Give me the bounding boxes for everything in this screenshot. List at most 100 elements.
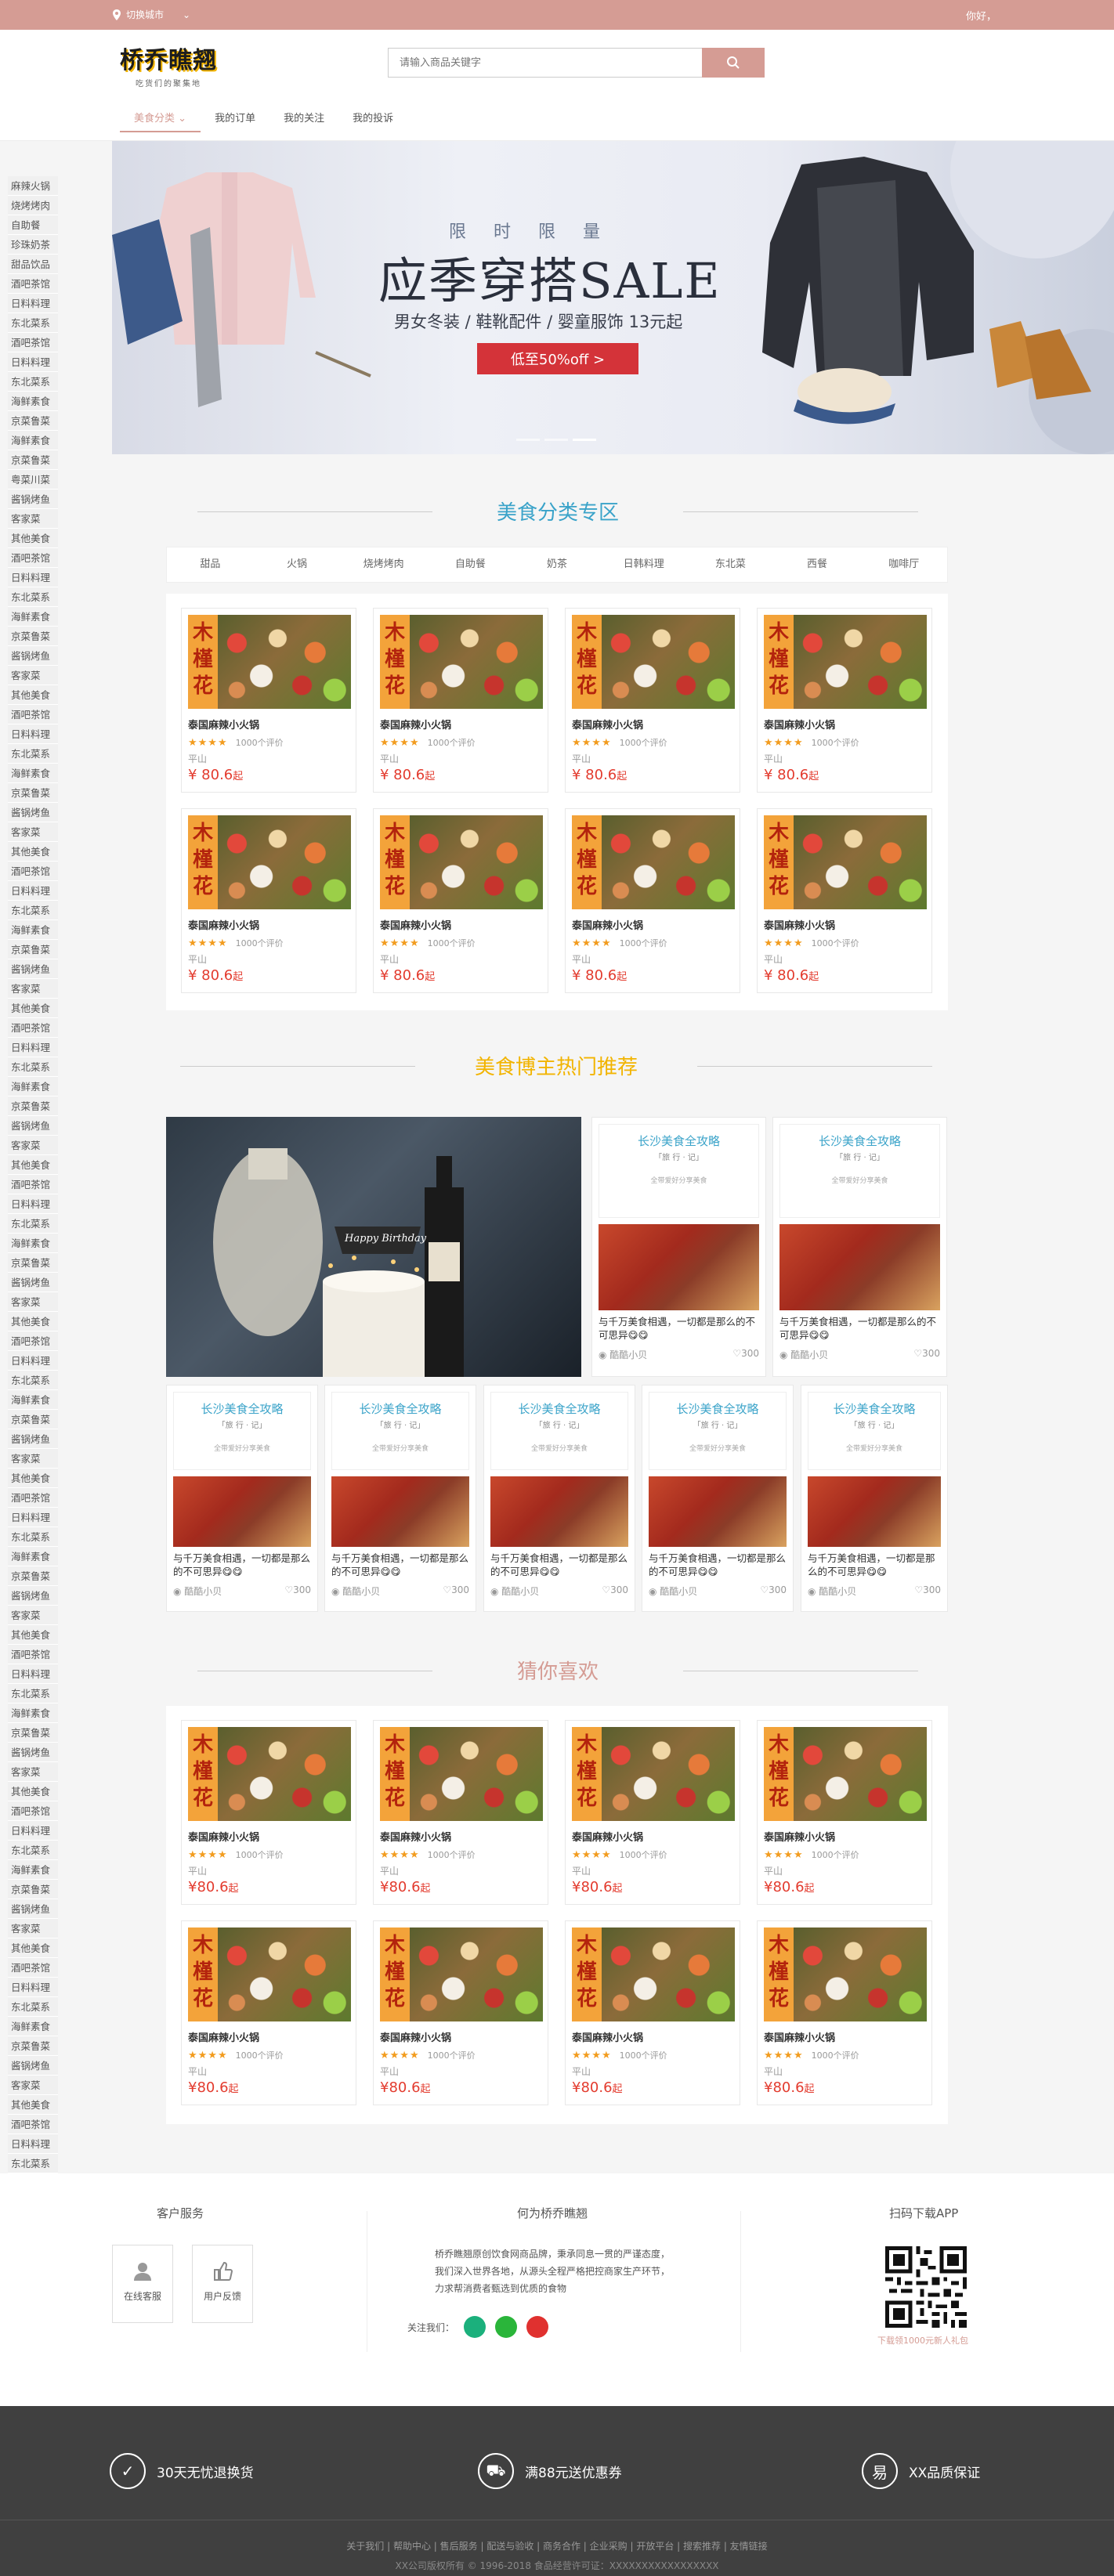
- sidebar-item[interactable]: 客家菜: [8, 509, 58, 529]
- product-card[interactable]: 木槿花 泰国麻辣小火锅 ★★★★ 1000个评价 平山 ¥ 80.6起: [181, 608, 356, 793]
- carousel-dot[interactable]: [544, 439, 568, 441]
- product-name[interactable]: 泰国麻辣小火锅: [188, 2029, 349, 2044]
- greeting[interactable]: 你好，: [966, 8, 996, 23]
- sidebar-item[interactable]: 海鲜素食: [8, 1860, 58, 1880]
- product-image[interactable]: 木槿花: [764, 815, 927, 909]
- sidebar-item[interactable]: 海鲜素食: [8, 1390, 58, 1410]
- sidebar-item[interactable]: 其他美食: [8, 1469, 58, 1488]
- blog-card[interactable]: 长沙美食全攻略 「旅 行 · 记」 全带爱好分享美食 与千万美食相遇，一切都是那么的不…: [801, 1385, 948, 1612]
- sidebar-item[interactable]: 日料料理: [8, 724, 58, 744]
- promo-banner[interactable]: 限 时 限 量 应季穿搭SALE 男女冬装 / 鞋靴配件 / 婴童服饰 13元起…: [112, 141, 1114, 454]
- sidebar-item[interactable]: 烧烤烤肉: [8, 196, 58, 215]
- sidebar-item[interactable]: 客家菜: [8, 666, 58, 685]
- sidebar-item[interactable]: 其他美食: [8, 1312, 58, 1331]
- sidebar-item[interactable]: 其他美食: [8, 842, 58, 862]
- sidebar-item[interactable]: 酱锅烤鱼: [8, 1273, 58, 1292]
- category-tab[interactable]: 咖啡厅: [860, 547, 947, 582]
- product-image[interactable]: 木槿花: [572, 615, 735, 709]
- sidebar-item[interactable]: 海鲜素食: [8, 1077, 58, 1097]
- tripadvisor-icon[interactable]: [464, 2316, 486, 2338]
- product-card[interactable]: 木槿花 泰国麻辣小火锅 ★★★★ 1000个评价 平山 ¥ 80.6起: [181, 808, 356, 993]
- sidebar-item[interactable]: 酒吧茶馆: [8, 1801, 58, 1821]
- product-name[interactable]: 泰国麻辣小火锅: [188, 917, 349, 932]
- sidebar-item[interactable]: 酱锅烤鱼: [8, 1429, 58, 1449]
- sidebar-item[interactable]: 京菜鲁菜: [8, 783, 58, 803]
- product-card[interactable]: 木槿花 泰国麻辣小火锅 ★★★★ 1000个评价 平山 ¥80.6起: [757, 1720, 932, 1905]
- product-name[interactable]: 泰国麻辣小火锅: [188, 717, 349, 732]
- weibo-icon[interactable]: [526, 2316, 549, 2338]
- sidebar-item[interactable]: 酱锅烤鱼: [8, 803, 58, 822]
- sidebar-item[interactable]: 酱锅烤鱼: [8, 2056, 58, 2076]
- sidebar-item[interactable]: 酱锅烤鱼: [8, 646, 58, 666]
- product-card[interactable]: 木槿花 泰国麻辣小火锅 ★★★★ 1000个评价 平山 ¥80.6起: [373, 1920, 548, 2105]
- product-image[interactable]: 木槿花: [764, 1927, 927, 2021]
- sidebar-item[interactable]: 客家菜: [8, 2076, 58, 2095]
- sidebar-item[interactable]: 海鲜素食: [8, 764, 58, 783]
- sidebar-item[interactable]: 客家菜: [8, 1449, 58, 1469]
- product-card[interactable]: 木槿花 泰国麻辣小火锅 ★★★★ 1000个评价 平山 ¥ 80.6起: [757, 808, 932, 993]
- category-tab[interactable]: 日韩料理: [600, 547, 687, 582]
- sidebar-item[interactable]: 京菜鲁菜: [8, 1410, 58, 1429]
- sidebar-item[interactable]: 京菜鲁菜: [8, 1253, 58, 1273]
- blog-card[interactable]: 长沙美食全攻略 「旅 行 · 记」 全带爱好分享美食 与千万美食相遇，一切都是那么的不…: [591, 1117, 766, 1377]
- product-card[interactable]: 木槿花 泰国麻辣小火锅 ★★★★ 1000个评价 平山 ¥80.6起: [181, 1920, 356, 2105]
- product-name[interactable]: 泰国麻辣小火锅: [188, 1829, 349, 1844]
- blog-author[interactable]: ◉ 酷酷小贝: [808, 1584, 856, 1598]
- product-name[interactable]: 泰国麻辣小火锅: [380, 917, 541, 932]
- product-card[interactable]: 木槿花 泰国麻辣小火锅 ★★★★ 1000个评价 平山 ¥80.6起: [565, 1920, 740, 2105]
- sidebar-item[interactable]: 海鲜素食: [8, 392, 58, 411]
- sidebar-item[interactable]: 日料料理: [8, 881, 58, 901]
- feedback-button[interactable]: 用户反馈: [192, 2245, 253, 2323]
- product-image[interactable]: 木槿花: [764, 1727, 927, 1821]
- category-tab[interactable]: 自助餐: [427, 547, 514, 582]
- product-image[interactable]: 木槿花: [764, 615, 927, 709]
- product-name[interactable]: 泰国麻辣小火锅: [572, 717, 733, 732]
- product-card[interactable]: 木槿花 泰国麻辣小火锅 ★★★★ 1000个评价 平山 ¥80.6起: [757, 1920, 932, 2105]
- sidebar-item[interactable]: 客家菜: [8, 1919, 58, 1938]
- blog-photo[interactable]: [599, 1224, 759, 1310]
- sidebar-item[interactable]: 京菜鲁菜: [8, 1097, 58, 1116]
- product-card[interactable]: 木槿花 泰国麻辣小火锅 ★★★★ 1000个评价 平山 ¥ 80.6起: [565, 608, 740, 793]
- blog-title[interactable]: 长沙美食全攻略: [649, 1400, 786, 1417]
- sidebar-item[interactable]: 日料料理: [8, 1351, 58, 1371]
- sidebar-item[interactable]: 东北菜系: [8, 1997, 58, 2017]
- sidebar-item[interactable]: 酱锅烤鱼: [8, 1116, 58, 1136]
- nav-my-follows[interactable]: 我的关注: [269, 103, 338, 132]
- sidebar-item[interactable]: 京菜鲁菜: [8, 2036, 58, 2056]
- banner-cta-button[interactable]: 低至50%off >: [477, 343, 638, 374]
- sidebar-item[interactable]: 京菜鲁菜: [8, 940, 58, 959]
- sidebar-item[interactable]: 甜品饮品: [8, 255, 58, 274]
- sidebar-item[interactable]: 酒吧茶馆: [8, 1175, 58, 1194]
- sidebar-item[interactable]: 其他美食: [8, 1938, 58, 1958]
- sidebar-item[interactable]: 客家菜: [8, 1762, 58, 1782]
- sidebar-item[interactable]: 东北菜系: [8, 372, 58, 392]
- sidebar-item[interactable]: 酱锅烤鱼: [8, 490, 58, 509]
- category-tab[interactable]: 甜品: [167, 547, 254, 582]
- search-input[interactable]: [388, 48, 702, 78]
- sidebar-item[interactable]: 日料料理: [8, 294, 58, 313]
- product-name[interactable]: 泰国麻辣小火锅: [764, 2029, 925, 2044]
- search-button[interactable]: [702, 48, 765, 78]
- blog-title[interactable]: 长沙美食全攻略: [808, 1400, 940, 1417]
- blog-card[interactable]: 长沙美食全攻略 「旅 行 · 记」 全带爱好分享美食 与千万美食相遇，一切都是那么的不…: [772, 1117, 947, 1377]
- blog-author[interactable]: ◉ 酷酷小贝: [331, 1584, 380, 1598]
- blog-likes[interactable]: ♡300: [284, 1584, 311, 1598]
- product-image[interactable]: 木槿花: [188, 1927, 351, 2021]
- sidebar-item[interactable]: 酱锅烤鱼: [8, 1899, 58, 1919]
- sidebar-item[interactable]: 海鲜素食: [8, 431, 58, 450]
- sidebar-item[interactable]: 京菜鲁菜: [8, 627, 58, 646]
- blog-title[interactable]: 长沙美食全攻略: [599, 1133, 758, 1149]
- sidebar-item[interactable]: 东北菜系: [8, 1371, 58, 1390]
- category-tab[interactable]: 奶茶: [514, 547, 601, 582]
- sidebar-item[interactable]: 日料料理: [8, 1194, 58, 1214]
- blog-card[interactable]: 长沙美食全攻略 「旅 行 · 记」 全带爱好分享美食 与千万美食相遇，一切都是那么的不…: [483, 1385, 635, 1612]
- blog-likes[interactable]: ♡300: [913, 1348, 940, 1361]
- product-card[interactable]: 木槿花 泰国麻辣小火锅 ★★★★ 1000个评价 平山 ¥ 80.6起: [373, 608, 548, 793]
- sidebar-item[interactable]: 海鲜素食: [8, 1234, 58, 1253]
- blog-author[interactable]: ◉ 酷酷小贝: [599, 1348, 647, 1361]
- sidebar-item[interactable]: 酱锅烤鱼: [8, 1743, 58, 1762]
- sidebar-item[interactable]: 京菜鲁菜: [8, 1880, 58, 1899]
- product-image[interactable]: 木槿花: [380, 1927, 543, 2021]
- product-card[interactable]: 木槿花 泰国麻辣小火锅 ★★★★ 1000个评价 平山 ¥ 80.6起: [373, 808, 548, 993]
- product-name[interactable]: 泰国麻辣小火锅: [764, 1829, 925, 1844]
